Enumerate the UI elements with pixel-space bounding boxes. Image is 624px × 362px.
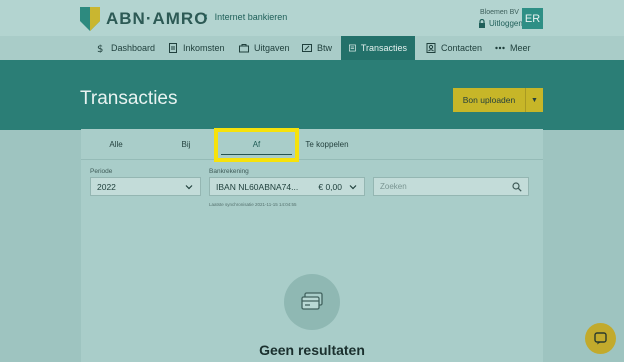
- company-name: Bloemen BV: [480, 9, 519, 16]
- search-icon[interactable]: [512, 182, 522, 192]
- nav-inkomsten[interactable]: Inkomsten: [168, 36, 225, 60]
- nav-uitgaven-label: Uitgaven: [254, 43, 290, 53]
- tab-te-koppelen[interactable]: Te koppelen: [292, 129, 362, 159]
- last-sync-text: Laatste synchronisatie 2021-11-15 14:04:…: [209, 202, 297, 207]
- contacts-icon: [426, 43, 436, 53]
- logout-label: Uitloggen: [489, 19, 523, 28]
- nav-dashboard-label: Dashboard: [111, 43, 156, 53]
- period-value: 2022: [97, 181, 116, 192]
- transaction-tabs: Alle Bij Af Te koppelen: [81, 129, 543, 159]
- chat-button[interactable]: [585, 323, 616, 354]
- back-link-label: Internet bankieren: [214, 12, 288, 22]
- nav-meer-label: Meer: [510, 43, 531, 53]
- search-field[interactable]: [373, 177, 529, 196]
- account-select[interactable]: IBAN NL60ABNA74... € 0,00: [209, 177, 365, 196]
- svg-text:$: $: [97, 44, 103, 53]
- logo-text: ABN·AMRO: [106, 9, 209, 28]
- empty-state-illustration: [284, 274, 340, 330]
- active-tab-underline: [221, 154, 292, 155]
- tabs-divider: [81, 159, 543, 160]
- nav-contacten-label: Contacten: [441, 43, 483, 53]
- cart-icon: [239, 44, 249, 53]
- chevron-left-icon: ‹: [204, 11, 208, 23]
- nav-btw[interactable]: Btw: [302, 36, 332, 60]
- lock-icon: [479, 19, 485, 28]
- main-nav: $ Dashboard Inkomsten Uitgaven Btw Trans…: [0, 36, 624, 60]
- upload-receipt-label: Bon uploaden: [462, 95, 516, 105]
- document-icon: [169, 43, 177, 53]
- vat-icon: [302, 44, 312, 52]
- page-title: Transacties: [80, 88, 178, 109]
- chevron-down-icon: [349, 185, 357, 190]
- nav-transacties[interactable]: Transacties: [341, 36, 415, 60]
- account-value: IBAN NL60ABNA74...: [216, 181, 299, 192]
- internet-bankieren-link[interactable]: ‹ Internet bankieren: [204, 11, 287, 23]
- account-amount: € 0,00: [318, 182, 342, 192]
- nav-inkomsten-label: Inkomsten: [183, 43, 225, 53]
- caret-down-icon[interactable]: ▼: [526, 88, 543, 112]
- credit-card-icon: [301, 292, 323, 310]
- period-select[interactable]: 2022: [90, 177, 201, 196]
- period-label: Periode: [90, 168, 113, 175]
- logout-link[interactable]: Uitloggen: [478, 19, 523, 28]
- chat-icon: [594, 332, 607, 345]
- nav-transacties-label: Transacties: [360, 43, 407, 53]
- logo[interactable]: ABN·AMRO: [80, 7, 208, 31]
- upload-receipt-button[interactable]: Bon uploaden ▼: [453, 88, 543, 112]
- avatar[interactable]: ER: [522, 8, 543, 29]
- shield-logo-icon: [80, 7, 100, 31]
- dollar-icon: $: [97, 44, 103, 53]
- search-input[interactable]: [380, 182, 500, 191]
- more-icon: [495, 46, 505, 50]
- tab-bij[interactable]: Bij: [151, 129, 221, 159]
- nav-dashboard[interactable]: $ Dashboard: [96, 36, 155, 60]
- nav-uitgaven[interactable]: Uitgaven: [239, 36, 290, 60]
- account-label: Bankrekening: [209, 168, 249, 175]
- nav-btw-label: Btw: [317, 43, 333, 53]
- chevron-down-icon: [185, 185, 193, 190]
- empty-state-title: Geen resultaten: [259, 342, 365, 358]
- nav-meer[interactable]: Meer: [495, 36, 531, 60]
- nav-contacten[interactable]: Contacten: [426, 36, 482, 60]
- tab-alle[interactable]: Alle: [81, 129, 151, 159]
- transactions-icon: [349, 44, 356, 52]
